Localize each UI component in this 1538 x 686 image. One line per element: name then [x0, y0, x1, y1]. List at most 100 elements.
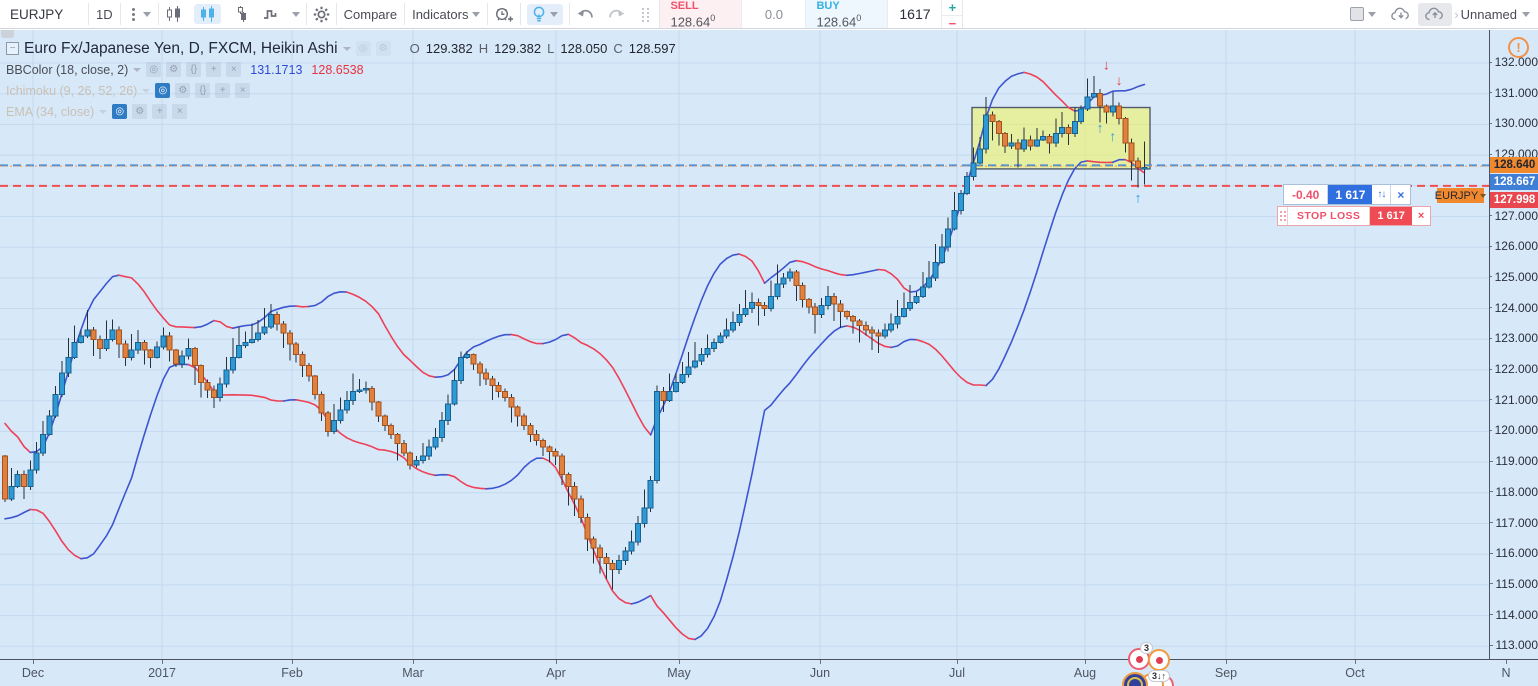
candle: [1135, 160, 1142, 168]
idea-count-badge[interactable]: 3↓↑: [1148, 670, 1171, 682]
close-icon[interactable]: ×: [172, 104, 188, 119]
bb-lower-band: [915, 338, 987, 387]
bb-upper-band: [118, 274, 196, 329]
cloud-upload-icon: [1425, 7, 1444, 20]
plus-icon[interactable]: +: [215, 83, 231, 98]
candle: [438, 420, 445, 439]
price-tick-label: 120.000: [1490, 423, 1538, 437]
close-position-button[interactable]: ×: [1391, 185, 1410, 204]
buy-button[interactable]: BUY 128.640: [806, 0, 889, 30]
gear-icon[interactable]: ⚙: [166, 62, 182, 77]
price-tick-label: 126.000: [1490, 239, 1538, 253]
gear-icon[interactable]: ⚙: [375, 41, 391, 56]
compare-button[interactable]: Compare: [337, 0, 404, 28]
candle: [153, 346, 160, 359]
plus-icon[interactable]: +: [152, 104, 168, 119]
chart-style-candles-button-active[interactable]: [188, 0, 227, 28]
idea-count-badge[interactable]: 3: [1140, 642, 1154, 654]
eye-icon[interactable]: ◎: [112, 104, 128, 119]
warning-icon[interactable]: !: [1508, 37, 1529, 58]
candle: [185, 348, 192, 357]
drag-handle-icon[interactable]: [1278, 207, 1288, 225]
close-icon[interactable]: ×: [235, 83, 251, 98]
sell-button[interactable]: SELL 128.640: [660, 0, 743, 28]
chart-style-bars-button[interactable]: [159, 0, 188, 28]
candle: [470, 354, 477, 365]
cancel-stop-loss-button[interactable]: ×: [1412, 207, 1430, 225]
candle: [457, 357, 464, 382]
eye-icon[interactable]: ◎: [146, 62, 162, 77]
indicator-name[interactable]: EMA (34, close): [6, 105, 94, 119]
time-axis-label: N: [1501, 666, 1511, 680]
indicators-button[interactable]: Indicators: [405, 0, 487, 28]
idea-markers[interactable]: 3 3↓↑: [1120, 612, 1184, 686]
layout-select-button[interactable]: [1343, 0, 1383, 28]
eye-icon[interactable]: ◎: [355, 41, 371, 56]
candle: [267, 314, 274, 328]
candle: [451, 380, 458, 405]
time-axis-label: Oct: [1345, 666, 1365, 680]
candle: [242, 341, 249, 346]
candle: [1052, 133, 1059, 144]
trade-panel-drag-handle[interactable]: [632, 0, 659, 28]
save-layout-button[interactable]: [1418, 2, 1453, 26]
interval-menu-button[interactable]: [121, 0, 158, 28]
price-tick-label: 125.000: [1490, 270, 1538, 284]
toolbar-collapse-tab[interactable]: [1, 30, 14, 38]
add-alert-button[interactable]: [488, 0, 520, 28]
candle: [616, 559, 623, 571]
candle: [938, 246, 945, 264]
price-chart[interactable]: ↓ ↓ ↑ ↑ ↑: [0, 30, 1489, 659]
gear-icon[interactable]: ⚙: [132, 104, 148, 119]
candle: [20, 473, 27, 488]
time-axis[interactable]: Dec 2017 Feb Mar Apr May Jun Jul Aug Sep Oct N: [0, 659, 1538, 686]
candle: [862, 324, 869, 331]
candle: [223, 369, 230, 385]
chart-style-more-button[interactable]: [286, 0, 306, 28]
candle: [381, 415, 388, 426]
quantity-field[interactable]: 1617: [888, 0, 943, 28]
candle: [362, 387, 369, 391]
chevron-down-icon: [472, 11, 481, 17]
quantity-decrease-button[interactable]: −: [942, 16, 962, 31]
quantity-increase-button[interactable]: +: [942, 0, 963, 16]
grid-layer: [0, 30, 1489, 659]
candle: [426, 446, 433, 457]
candle: [128, 349, 135, 359]
braces-icon[interactable]: {}: [195, 83, 211, 98]
chart-properties-button[interactable]: [307, 0, 336, 28]
candle: [236, 344, 243, 359]
chart-style-line-button[interactable]: [256, 0, 286, 28]
indicator-name[interactable]: Ichimoku (9, 26, 52, 26): [6, 84, 137, 98]
candle: [679, 374, 686, 383]
symbol-tag-label: EURJPY: [1434, 189, 1479, 202]
symbol-price-tag[interactable]: EURJPY: [1434, 188, 1487, 203]
undo-button[interactable]: [570, 0, 601, 28]
braces-icon[interactable]: {}: [186, 62, 202, 77]
chart-style-hollow-candles-button[interactable]: [227, 0, 256, 28]
indicator-name[interactable]: BBColor (18, close, 2): [6, 63, 128, 77]
gear-icon[interactable]: ⚙: [175, 83, 191, 98]
layout-name[interactable]: Unnamed: [1461, 7, 1517, 22]
eye-icon[interactable]: ◎: [155, 83, 171, 98]
symbol-search-button[interactable]: EURJPY: [0, 0, 88, 28]
buy-price: 128.640: [816, 12, 862, 30]
ideas-bulb-button[interactable]: [521, 0, 569, 28]
price-axis[interactable]: 132.000131.000130.000129.000128.000127.0…: [1489, 30, 1538, 659]
redo-button[interactable]: [601, 0, 632, 28]
candle: [964, 176, 971, 194]
reverse-position-button[interactable]: ↑↓: [1372, 185, 1392, 204]
candle: [578, 498, 585, 518]
load-layout-button[interactable]: [1384, 0, 1418, 28]
candle: [198, 364, 205, 383]
candle: [204, 381, 211, 391]
chart-title[interactable]: Euro Fx/Japanese Yen, D, FXCM, Heikin As…: [24, 40, 338, 58]
interval-button[interactable]: 1D: [89, 0, 120, 28]
legend-collapse-button[interactable]: −: [6, 42, 19, 55]
time-axis-label: Apr: [546, 666, 566, 680]
stop-loss-quantity[interactable]: 1 617: [1370, 207, 1412, 225]
plus-icon[interactable]: +: [206, 62, 222, 77]
close-icon[interactable]: ×: [226, 62, 242, 77]
candle: [850, 315, 857, 322]
position-quantity[interactable]: 1 617: [1328, 185, 1373, 204]
